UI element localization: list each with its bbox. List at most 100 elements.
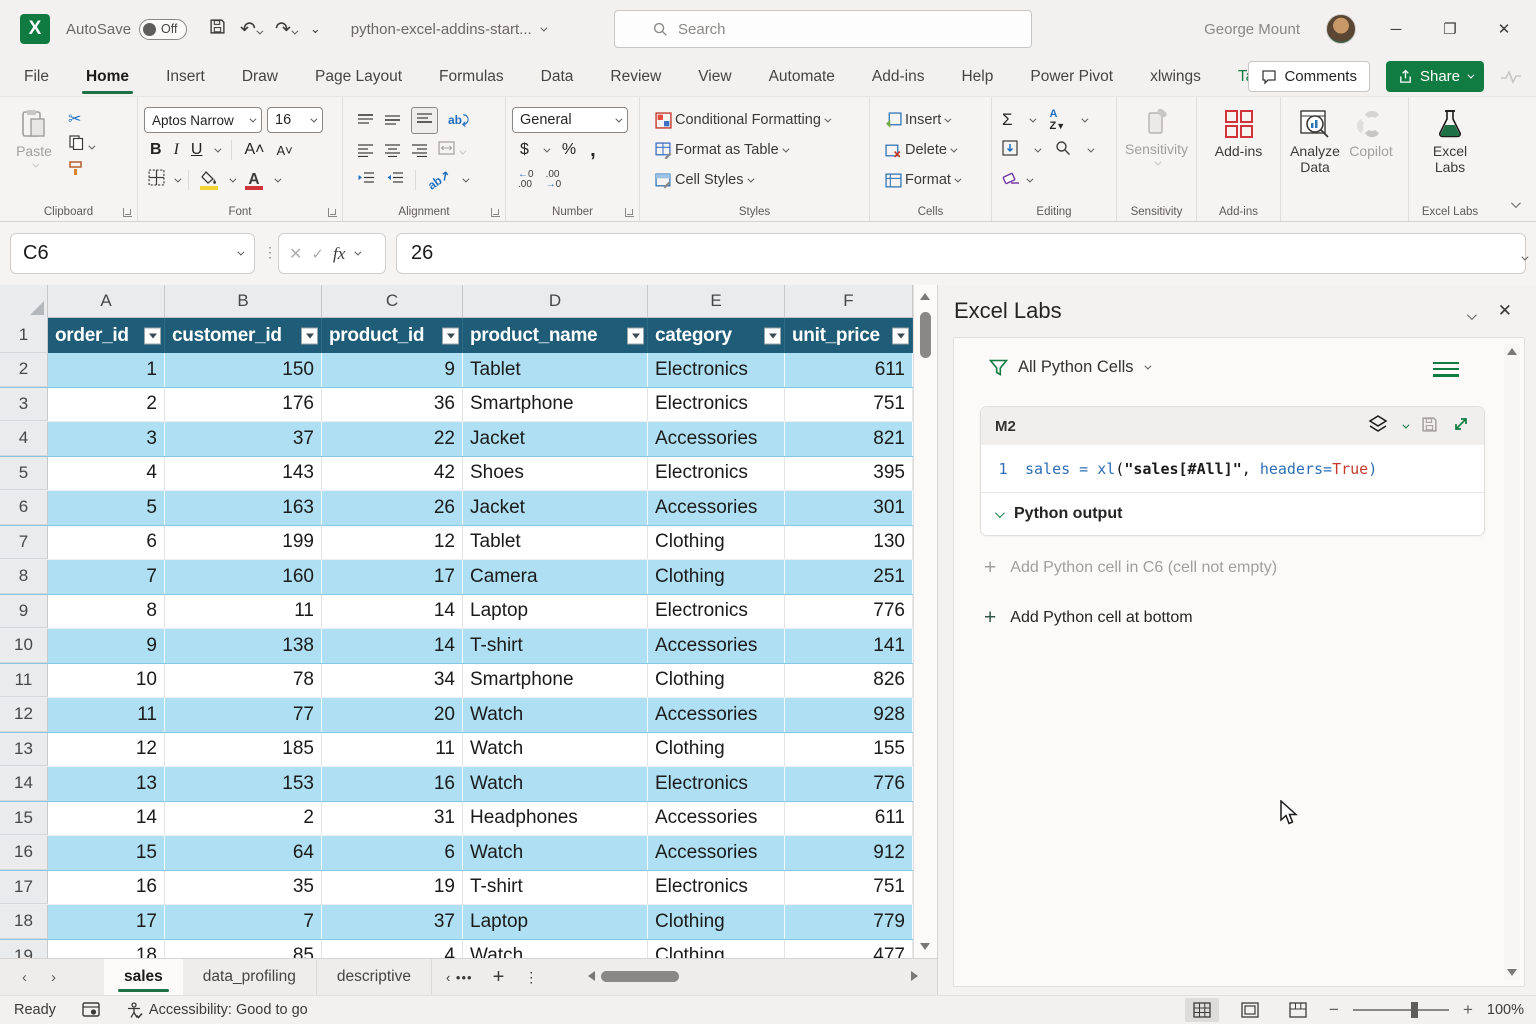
menu-tab-data[interactable]: Data [539,62,576,92]
grid-cell[interactable]: 9 [48,629,165,663]
decrease-indent-icon[interactable] [357,171,375,189]
grid-cell[interactable]: T-shirt [463,629,648,663]
table-header-product_id[interactable]: product_id [322,318,463,353]
grid-cell[interactable]: 77 [165,698,322,732]
namebox-splitter[interactable]: ⋮ [263,244,278,261]
grid-cell[interactable]: Watch [463,767,648,801]
grid-cell[interactable]: Watch [463,698,648,732]
grid-cell[interactable]: 13 [48,767,165,801]
page-break-view-button[interactable] [1281,998,1315,1022]
grid-cell[interactable]: Clothing [648,526,785,560]
format-cells-button[interactable]: Format [882,165,985,195]
redo-button[interactable]: ↷ [275,18,296,41]
row-header-18[interactable]: 18 [0,905,48,939]
grid-cell[interactable]: 776 [785,767,913,801]
grid-cell[interactable]: Watch [463,733,648,767]
grid-cell[interactable]: Clothing [648,733,785,767]
share-button[interactable]: Share [1386,61,1484,92]
column-headers[interactable]: ABCDEF [0,285,913,318]
document-title[interactable]: python-excel-addins-start... [351,21,545,38]
grid-cell[interactable]: Accessories [648,698,785,732]
grid-cell[interactable]: 251 [785,560,913,594]
grid-cell[interactable]: 14 [322,595,463,629]
grid-cell[interactable]: 17 [48,905,165,939]
column-header-E[interactable]: E [648,285,785,317]
horizontal-scroll-thumb[interactable] [601,971,679,982]
find-select-button[interactable] [1055,140,1071,161]
avatar[interactable] [1326,14,1356,44]
grid-cell[interactable]: Electronics [648,871,785,905]
grid-cell[interactable]: Headphones [463,802,648,836]
grid-cell[interactable]: Accessories [648,422,785,456]
grid-cell[interactable]: 185 [165,733,322,767]
grid-cell[interactable]: 4 [322,940,463,959]
sparkline-icon[interactable] [1500,70,1522,84]
grid-cell[interactable]: 64 [165,836,322,870]
save-cell-icon[interactable] [1421,416,1438,437]
grid-cell[interactable]: 16 [48,871,165,905]
next-sheet-icon[interactable]: › [51,969,56,986]
align-center-icon[interactable] [384,143,401,157]
accounting-format-button[interactable]: $ [520,141,529,159]
row-header-1[interactable]: 1 [0,318,48,353]
grid-cell[interactable]: 928 [785,698,913,732]
row-header-16[interactable]: 16 [0,836,48,870]
grid-cell[interactable]: 12 [322,526,463,560]
filter-dropdown-icon[interactable] [442,327,459,344]
grid-cell[interactable]: Accessories [648,491,785,525]
autosum-button[interactable]: Σ [1002,110,1013,130]
paste-button[interactable]: Paste [6,105,62,181]
scroll-right-icon[interactable] [911,971,918,981]
row-header-5[interactable]: 5 [0,457,48,491]
table-header-customer_id[interactable]: customer_id [165,318,322,353]
column-header-B[interactable]: B [165,285,322,317]
grid-cell[interactable]: 85 [165,940,322,959]
grid-cell[interactable]: 11 [165,595,322,629]
grid-cell[interactable]: 3 [48,422,165,456]
normal-view-button[interactable] [1185,998,1219,1022]
menu-tab-draw[interactable]: Draw [240,62,280,92]
sort-filter-button[interactable]: AZ▼ [1050,108,1066,132]
row-header-11[interactable]: 11 [0,664,48,698]
grid-cell[interactable]: Camera [463,560,648,594]
formula-input[interactable]: 26 [396,233,1526,274]
grid-cell[interactable]: Accessories [648,802,785,836]
sheet-options-button[interactable]: ⋮ [524,969,538,986]
zoom-level[interactable]: 100% [1487,1002,1524,1018]
grid-cell[interactable]: Jacket [463,422,648,456]
row-header-12[interactable]: 12 [0,698,48,732]
font-name-select[interactable]: Aptos Narrow [144,107,262,133]
zoom-out-button[interactable]: − [1329,1000,1339,1020]
row-header-14[interactable]: 14 [0,767,48,801]
fill-color-button[interactable] [198,171,220,189]
delete-cells-button[interactable]: Delete [882,135,985,165]
grid-cell[interactable]: Accessories [648,836,785,870]
grid-cell[interactable]: Electronics [648,388,785,422]
grid-cell[interactable]: Clothing [648,905,785,939]
row-header-3[interactable]: 3 [0,388,48,422]
grid-cell[interactable]: 34 [322,664,463,698]
grid-cell[interactable]: 141 [785,629,913,663]
grid-cell[interactable]: 6 [322,836,463,870]
accessibility-status[interactable]: Accessibility: Good to go [126,1002,308,1019]
grid-cell[interactable]: 42 [322,457,463,491]
grid-cell[interactable]: 18 [48,940,165,959]
conditional-formatting-button[interactable]: Conditional Formatting [652,105,863,135]
grid-cell[interactable]: 35 [165,871,322,905]
grid-cell[interactable]: 130 [785,526,913,560]
row-header-9[interactable]: 9 [0,595,48,629]
grid-cell[interactable]: Smartphone [463,664,648,698]
prev-sheet-icon[interactable]: ‹ [22,969,27,986]
row-header-7[interactable]: 7 [0,526,48,560]
sheet-tab-descriptive[interactable]: descriptive [317,959,432,995]
grid-cell[interactable]: 155 [785,733,913,767]
clipboard-dialog-launcher[interactable] [123,208,132,217]
underline-button[interactable]: U [191,141,203,159]
save-icon[interactable] [209,18,226,41]
row-header-17[interactable]: 17 [0,871,48,905]
row-header-19[interactable]: 19 [0,940,48,959]
grid-cell[interactable]: Shoes [463,457,648,491]
menu-tab-view[interactable]: View [696,62,733,92]
menu-tab-review[interactable]: Review [608,62,663,92]
grid-cell[interactable]: Clothing [648,940,785,959]
